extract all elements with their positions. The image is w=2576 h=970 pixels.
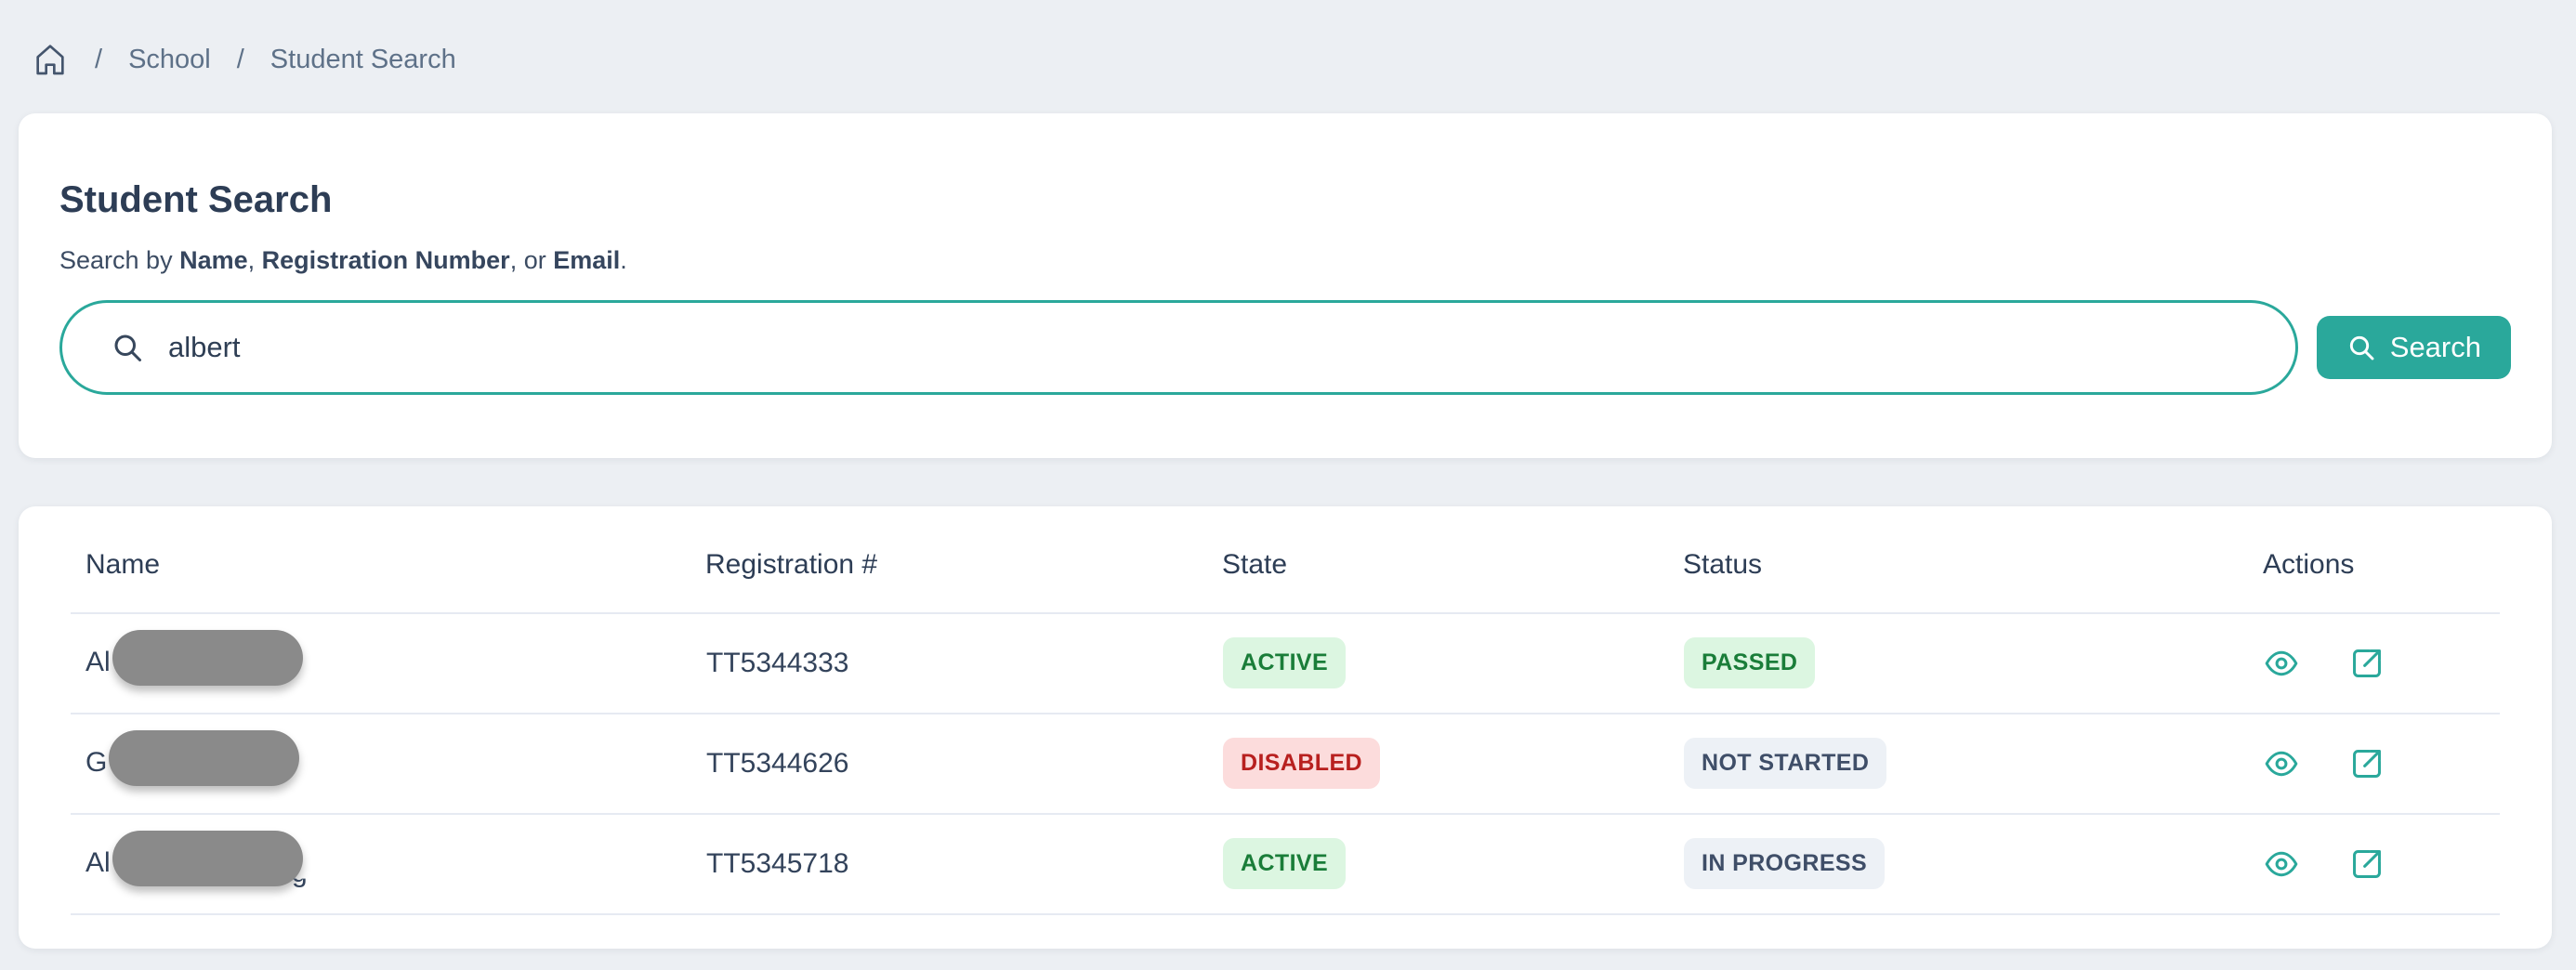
student-name-cell: Alg	[71, 814, 705, 914]
column-header-status: Status	[1683, 506, 2263, 613]
page-title: Student Search	[59, 179, 2511, 221]
breadcrumb-separator: /	[237, 45, 244, 75]
view-student-button[interactable]	[2264, 646, 2299, 681]
column-header-registration: Registration #	[705, 506, 1222, 613]
results-table: Name Registration # State Status Actions…	[71, 506, 2500, 915]
search-icon	[2346, 333, 2376, 362]
student-name-cell: Al	[71, 613, 705, 714]
view-student-button[interactable]	[2264, 846, 2299, 882]
search-button-label: Search	[2390, 331, 2481, 364]
home-icon[interactable]	[32, 41, 69, 78]
table-row: Alg TT5345718 ACTIVE IN PROGRESS	[71, 814, 2500, 914]
registration-number: TT5344626	[705, 714, 1222, 814]
eye-icon	[2264, 846, 2299, 882]
actions-cell	[2263, 814, 2500, 914]
student-name-visible: Al	[85, 647, 111, 677]
state-badge: ACTIVE	[1223, 838, 1346, 889]
student-search-card: Student Search Search by Name, Registrat…	[19, 113, 2552, 458]
name-redaction-blob	[109, 730, 299, 786]
search-input-container	[59, 300, 2298, 395]
student-name-visible: G	[85, 747, 107, 778]
status-cell: IN PROGRESS	[1683, 814, 2263, 914]
actions-cell	[2263, 714, 2500, 814]
status-badge: IN PROGRESS	[1684, 838, 1885, 889]
registration-number: TT5345718	[705, 814, 1222, 914]
external-link-icon	[2349, 846, 2385, 882]
status-cell: PASSED	[1683, 613, 2263, 714]
actions-cell	[2263, 613, 2500, 714]
search-row: Search	[59, 300, 2511, 395]
student-name-cell: G	[71, 714, 705, 814]
state-badge: ACTIVE	[1223, 637, 1346, 688]
external-link-icon	[2349, 646, 2385, 681]
search-button[interactable]: Search	[2317, 316, 2511, 379]
column-header-name: Name	[71, 506, 705, 613]
student-name-visible: Al	[85, 847, 111, 878]
view-student-button[interactable]	[2264, 746, 2299, 781]
open-student-button[interactable]	[2349, 846, 2385, 882]
state-badge: DISABLED	[1223, 738, 1380, 789]
search-results-card: Name Registration # State Status Actions…	[19, 506, 2552, 949]
column-header-actions: Actions	[2263, 506, 2500, 613]
table-row: G TT5344626 DISABLED NOT STARTED	[71, 714, 2500, 814]
search-input[interactable]	[166, 330, 2267, 365]
column-header-state: State	[1222, 506, 1683, 613]
eye-icon	[2264, 646, 2299, 681]
registration-number: TT5344333	[705, 613, 1222, 714]
eye-icon	[2264, 746, 2299, 781]
breadcrumb-link-student-search[interactable]: Student Search	[270, 45, 456, 75]
search-hint: Search by Name, Registration Number, or …	[59, 246, 2511, 275]
status-badge: NOT STARTED	[1684, 738, 1886, 789]
breadcrumb: / School / Student Search	[0, 0, 2576, 85]
open-student-button[interactable]	[2349, 646, 2385, 681]
breadcrumb-separator: /	[95, 45, 102, 75]
state-cell: ACTIVE	[1222, 814, 1683, 914]
table-header-row: Name Registration # State Status Actions	[71, 506, 2500, 613]
search-icon	[111, 331, 144, 364]
name-redaction-blob	[112, 630, 303, 686]
external-link-icon	[2349, 746, 2385, 781]
breadcrumb-link-school[interactable]: School	[128, 45, 211, 75]
open-student-button[interactable]	[2349, 746, 2385, 781]
status-cell: NOT STARTED	[1683, 714, 2263, 814]
status-badge: PASSED	[1684, 637, 1815, 688]
state-cell: DISABLED	[1222, 714, 1683, 814]
name-redaction-blob	[112, 831, 303, 886]
state-cell: ACTIVE	[1222, 613, 1683, 714]
table-row: Al TT5344333 ACTIVE PASSED	[71, 613, 2500, 714]
